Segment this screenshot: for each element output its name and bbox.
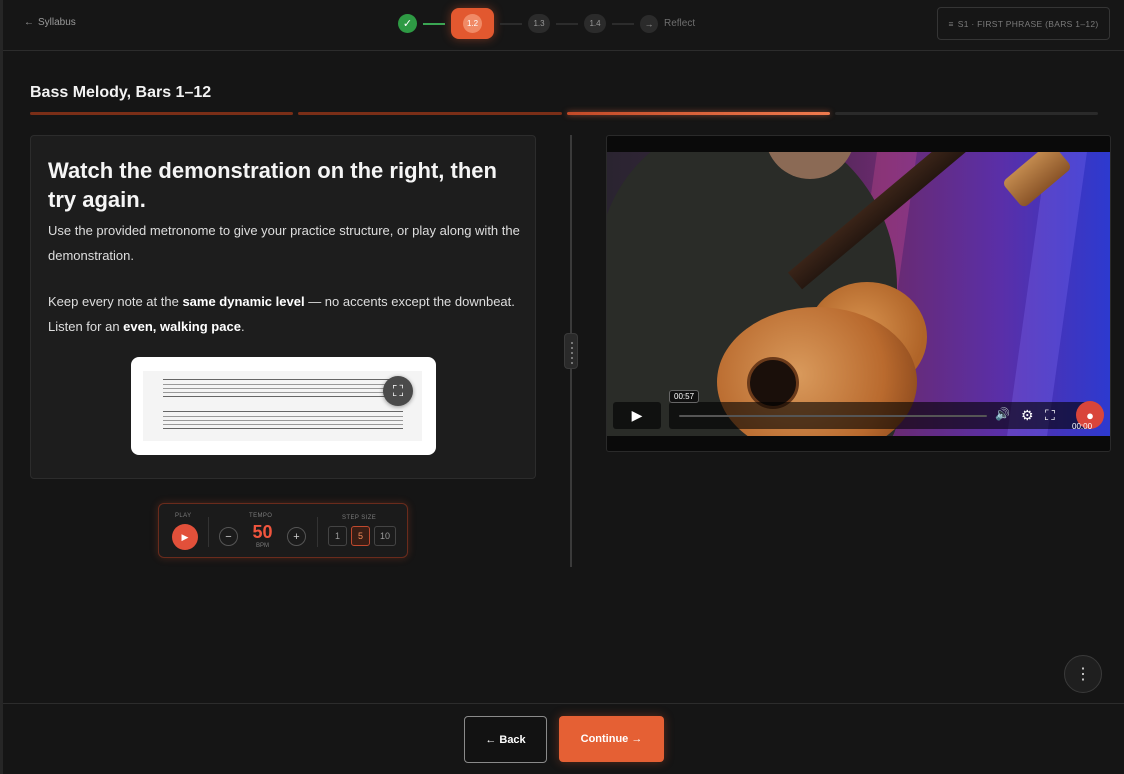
step-connector [612,22,634,25]
bpm-unit: BPM [255,543,269,549]
step-reflect[interactable]: → Reflect [640,14,696,33]
video-control-bar: 🔊 ⚙ ⛶ [669,402,1091,429]
step-size-1-button[interactable]: 1 [328,526,347,546]
menu-icon: ≡ [948,18,954,29]
page-title: Bass Melody, Bars 1–12 [30,84,212,101]
divider [317,517,318,547]
tempo-caption: TEMPO [249,513,273,519]
step-connector [423,22,445,25]
instruction-heading: Watch the demonstration on the right, th… [48,158,497,212]
window-edge [0,0,3,774]
staff-line [163,379,403,397]
resize-handle[interactable] [564,333,578,369]
sheet-music-image[interactable]: ⛶ [131,357,436,455]
progress-segment-1 [30,112,293,115]
demo-video-player[interactable]: ▶ 🔊 ⚙ ⛶ 00:57 ● 00:00 [606,135,1111,452]
back-arrow-icon: ← [24,17,34,28]
tempo-decrease-button[interactable]: − [219,527,238,546]
step-1-2-label: 1.2 [463,14,482,33]
tempo-value: 50 [252,522,273,542]
reflect-label: Reflect [664,18,696,29]
fullscreen-icon[interactable]: ⛶ [1045,407,1055,424]
step-size-caption: STEP SIZE [342,515,377,521]
tempo-increase-button[interactable]: + [287,527,306,546]
seek-tooltip: 00:57 [669,390,700,403]
step-size-10-button[interactable]: 10 [374,526,396,546]
video-controls: ▶ 🔊 ⚙ ⛶ 00:57 [613,390,1093,429]
video-play-button[interactable]: ▶ [613,402,661,429]
instruction-text-2: Keep every note at the same dynamic leve… [48,294,515,334]
reflect-arrow-icon: → [640,14,658,33]
step-done-check-icon[interactable]: ✓ [398,14,417,33]
step-connector [500,22,522,25]
syllabus-label: Syllabus [38,17,76,28]
section-label: S1 · FIRST PHRASE (BARS 1–12) [957,18,1099,29]
progress-segment-4 [835,112,1098,115]
instruction-card: Watch the demonstration on the right, th… [30,135,536,479]
divider [208,517,209,547]
progress-segment-2 [298,112,562,115]
metronome-play-button[interactable]: ▶ [172,524,198,550]
lesson-stepper: ✓ 1.2 1.3 1.4 → Reflect [398,8,695,39]
staff-line [163,411,403,429]
back-button[interactable]: ← Back [464,716,547,763]
top-bar: ← Syllabus ✓ 1.2 1.3 1.4 → Reflect ≡ S1 … [3,0,1124,51]
instruction-text-1: Use the provided metronome to give your … [48,223,520,263]
video-seek-bar[interactable] [679,415,987,417]
step-1-4[interactable]: 1.4 [584,14,606,33]
syllabus-back-link[interactable]: ← Syllabus [24,17,76,28]
step-connector [556,22,578,25]
settings-icon[interactable]: ⚙ [1021,407,1034,424]
fullscreen-icon[interactable]: ⛶ [383,376,413,406]
video-time: 00:00 [1072,422,1093,431]
progress-segment-3 [567,112,830,115]
step-size-5-button[interactable]: 5 [351,526,370,546]
continue-button[interactable]: Continue → [559,716,664,762]
metronome: PLAY ▶ TEMPO − 50 BPM + STEP SIZE 1 5 10 [158,503,408,558]
volume-icon[interactable]: 🔊 [995,407,1010,421]
footer-bar: ← Back Continue → [3,703,1124,774]
step-1-3[interactable]: 1.3 [528,14,550,33]
section-menu-button[interactable]: ≡ S1 · FIRST PHRASE (BARS 1–12) [937,7,1110,40]
score-notation [143,371,422,441]
step-1-2-active[interactable]: 1.2 [451,8,494,39]
more-options-button[interactable]: ⋮ [1064,655,1102,693]
play-caption: PLAY [175,513,192,519]
